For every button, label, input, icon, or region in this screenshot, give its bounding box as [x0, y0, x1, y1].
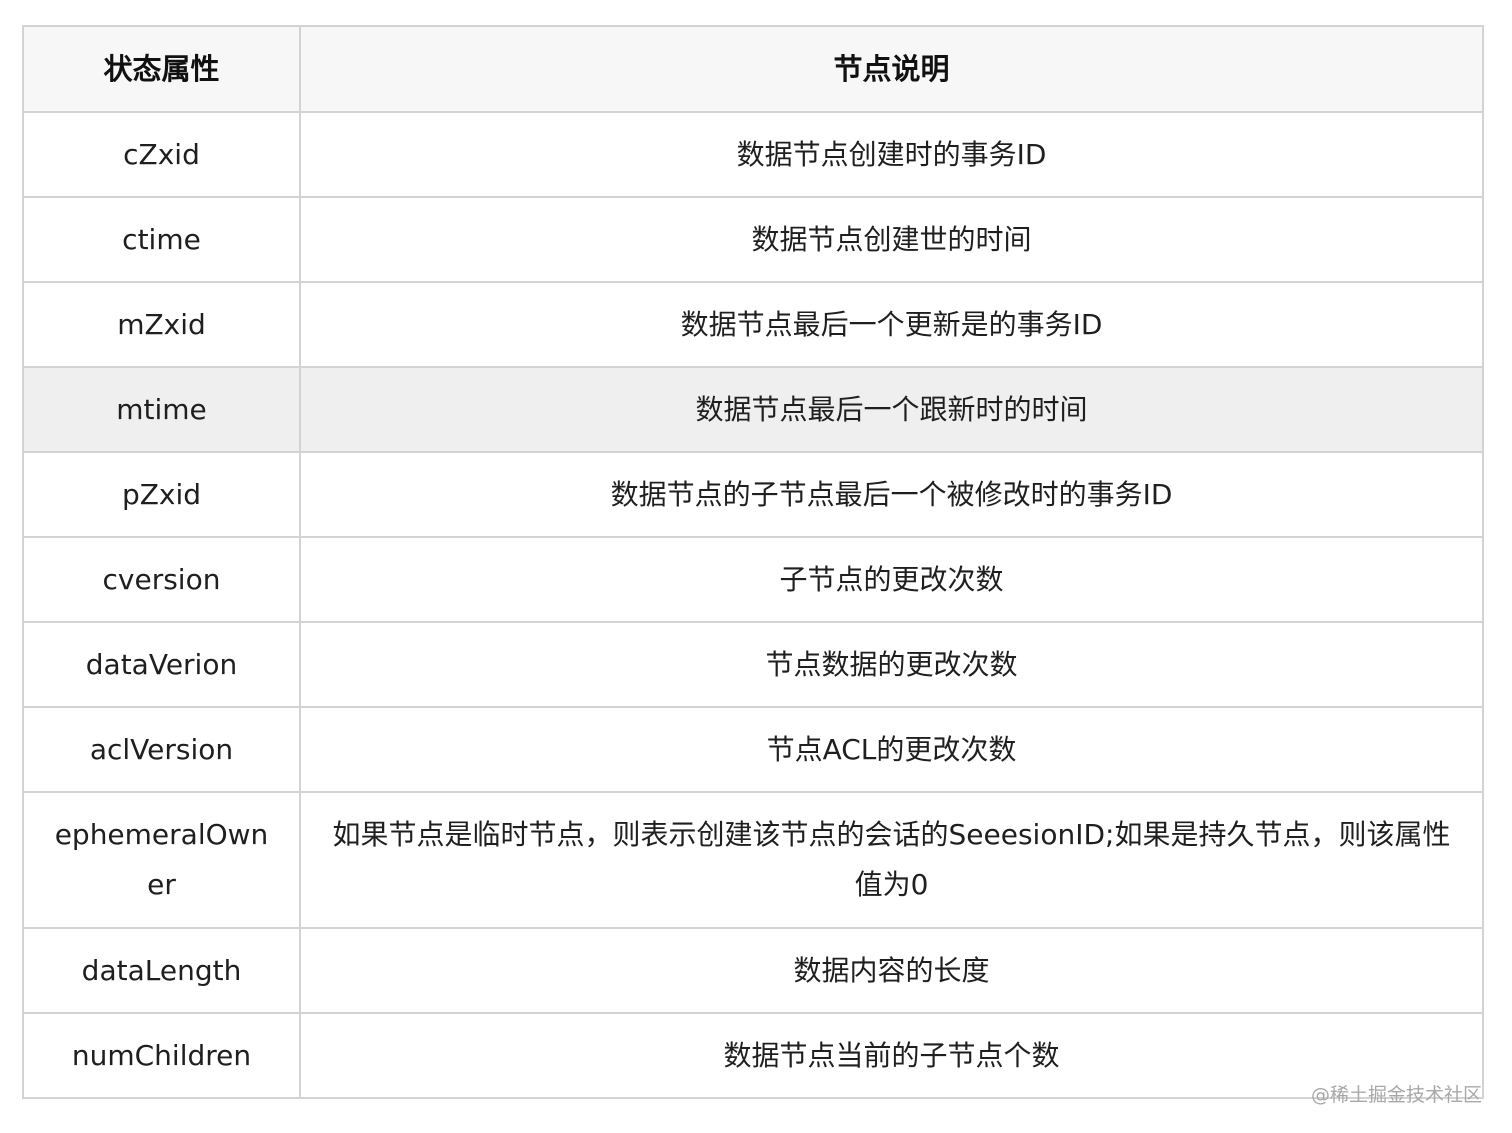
attribute-cell: mtime: [22, 366, 301, 453]
header-attribute: 状态属性: [22, 25, 301, 113]
table-row: mZxid 数据节点最后一个更新是的事务ID: [22, 281, 1484, 368]
description-cell: 节点数据的更改次数: [299, 621, 1484, 708]
description-cell: 节点ACL的更改次数: [299, 706, 1484, 793]
table-body: cZxid 数据节点创建时的事务ID ctime 数据节点创建世的时间 mZxi…: [22, 111, 1484, 1099]
description-cell: 数据节点的子节点最后一个被修改时的事务ID: [299, 451, 1484, 538]
table-row: numChildren 数据节点当前的子节点个数: [22, 1012, 1484, 1099]
attribute-cell: numChildren: [22, 1012, 301, 1099]
attribute-cell: mZxid: [22, 281, 301, 368]
table-row: ephemeralOwner 如果节点是临时节点，则表示创建该节点的会话的See…: [22, 791, 1484, 929]
attribute-cell: ctime: [22, 196, 301, 283]
table-header: 状态属性 节点说明: [22, 25, 1484, 113]
header-description: 节点说明: [299, 25, 1484, 113]
attribute-cell: dataVerion: [22, 621, 301, 708]
znode-stat-table: 状态属性 节点说明 cZxid 数据节点创建时的事务ID ctime 数据节点创…: [22, 25, 1484, 1099]
table-row: cversion 子节点的更改次数: [22, 536, 1484, 623]
attribute-cell: pZxid: [22, 451, 301, 538]
table-row: aclVersion 节点ACL的更改次数: [22, 706, 1484, 793]
attribute-cell: cZxid: [22, 111, 301, 198]
attribute-cell: dataLength: [22, 927, 301, 1014]
attribute-cell: aclVersion: [22, 706, 301, 793]
description-cell: 数据节点最后一个更新是的事务ID: [299, 281, 1484, 368]
table-row-hovered: mtime 数据节点最后一个跟新时的时间: [22, 366, 1484, 453]
table-row: ctime 数据节点创建世的时间: [22, 196, 1484, 283]
description-cell: 如果节点是临时节点，则表示创建该节点的会话的SeeesionID;如果是持久节点…: [299, 791, 1484, 929]
description-cell: 子节点的更改次数: [299, 536, 1484, 623]
header-row: 状态属性 节点说明: [22, 25, 1484, 113]
table-row: dataVerion 节点数据的更改次数: [22, 621, 1484, 708]
description-cell: 数据节点最后一个跟新时的时间: [299, 366, 1484, 453]
table-row: cZxid 数据节点创建时的事务ID: [22, 111, 1484, 198]
table-row: dataLength 数据内容的长度: [22, 927, 1484, 1014]
description-cell: 数据节点创建世的时间: [299, 196, 1484, 283]
table-row: pZxid 数据节点的子节点最后一个被修改时的事务ID: [22, 451, 1484, 538]
description-cell: 数据节点创建时的事务ID: [299, 111, 1484, 198]
attribute-cell: cversion: [22, 536, 301, 623]
description-cell: 数据内容的长度: [299, 927, 1484, 1014]
attribute-cell: ephemeralOwner: [22, 791, 301, 929]
description-cell: 数据节点当前的子节点个数: [299, 1012, 1484, 1099]
site-watermark: @稀土掘金技术社区: [1310, 1084, 1482, 1106]
